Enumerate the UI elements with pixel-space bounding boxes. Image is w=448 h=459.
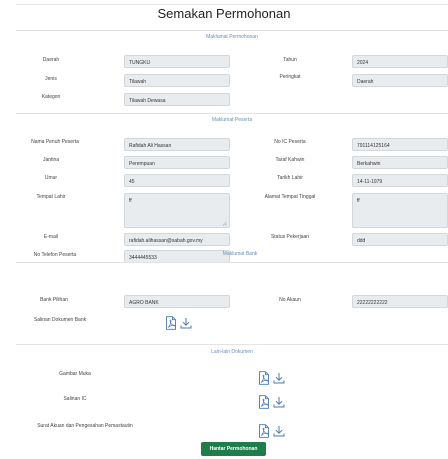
section-divider [16,262,448,263]
section-title-dokumen: Lain-lain Dokumen [211,349,253,355]
salinan-bank-label: Salinan Dokumen Bank [33,317,87,323]
tempat-lahir-value: ff [129,198,132,204]
kahwin-label: Taraf Kahwin [275,157,305,163]
download-icon[interactable] [273,372,285,384]
tempat-lahir-label: Tempat Lahir [36,194,66,200]
download-icon[interactable] [273,425,285,437]
akaun-field[interactable]: 22222222222 [352,295,448,308]
daerah-label: Daerah [42,57,60,63]
submit-button[interactable]: Hantar Permohonan [201,442,266,456]
tempat-lahir-textarea[interactable]: ff [124,193,230,228]
ic-label: No IC Peserta [274,139,306,145]
umur-field[interactable]: 45 [124,174,230,187]
lahir-field[interactable]: 14-11-1979 [352,174,448,187]
page-title: Semakan Permohonan [157,6,291,21]
pdf-icon[interactable] [165,316,177,330]
section-title-bank: Maklumat Bank [222,251,258,257]
section-divider [16,344,448,345]
tahun-label: Tahun [283,57,297,63]
nama-label: Nama Penuh Peserta [31,139,79,145]
peringkat-field[interactable]: Daerah [352,74,448,87]
bank-label: Bank Pilihan [40,297,68,303]
gambar-muka-actions [258,371,285,385]
alamat-label: Alamat Tempat Tinggal [264,194,316,200]
peringkat-label: Peringkat [279,74,301,80]
nama-field[interactable]: Rafidah Ali Hassan [124,138,230,151]
section-title-peserta: Maklumat Peserta [211,117,253,123]
jantina-label: Jantina [42,157,60,163]
pdf-icon[interactable] [258,424,270,438]
download-icon[interactable] [273,396,285,408]
bank-document-actions [165,316,192,330]
kahwin-field[interactable]: Berkahwin [352,156,448,169]
kategori-field[interactable]: Tilawah Dewasa [124,93,230,106]
gambar-muka-label: Gambar Muka [59,371,91,377]
surat-akuan-actions [258,424,285,438]
section-divider [16,30,448,31]
jenis-field[interactable]: Tilawah [124,74,230,87]
salinan-ic-label: Salinan IC [63,396,87,402]
umur-label: Umur [44,175,58,181]
download-icon[interactable] [180,317,192,329]
resize-handle-icon[interactable] [222,221,227,226]
jenis-label: Jenis [45,76,57,82]
email-field[interactable]: rafidah.alihassan@sabah.gov.my [124,233,230,246]
section-divider [16,113,448,114]
pekerjaan-label: Status Pekerjaan [270,234,310,240]
alamat-textarea[interactable]: ff [352,193,448,228]
pdf-icon[interactable] [258,371,270,385]
pekerjaan-field[interactable]: ddd [352,233,448,246]
pdf-icon[interactable] [258,395,270,409]
akaun-label: No Akaun [279,297,301,303]
ic-field[interactable]: 791114125164 [352,138,448,151]
lahir-label: Tarikh Lahir [277,175,303,181]
alamat-value: ff [357,198,360,204]
surat-akuan-label: Surat Akuan dan Pengesahan Pemastautin [37,423,133,429]
email-label: E-mail [43,234,59,240]
section-title-permohonan: Maklumat Permohonan [206,34,258,40]
bank-field[interactable]: AGRO BANK [124,295,230,308]
jantina-field[interactable]: Perempuan [124,156,230,169]
kategori-label: Kategori [41,94,61,100]
top-divider [16,4,448,5]
telefon-label: No Telefon Peserta [33,252,77,258]
daerah-field[interactable]: TUNGKU [124,55,230,68]
salinan-ic-actions [258,395,285,409]
tahun-field[interactable]: 2024 [352,55,448,68]
